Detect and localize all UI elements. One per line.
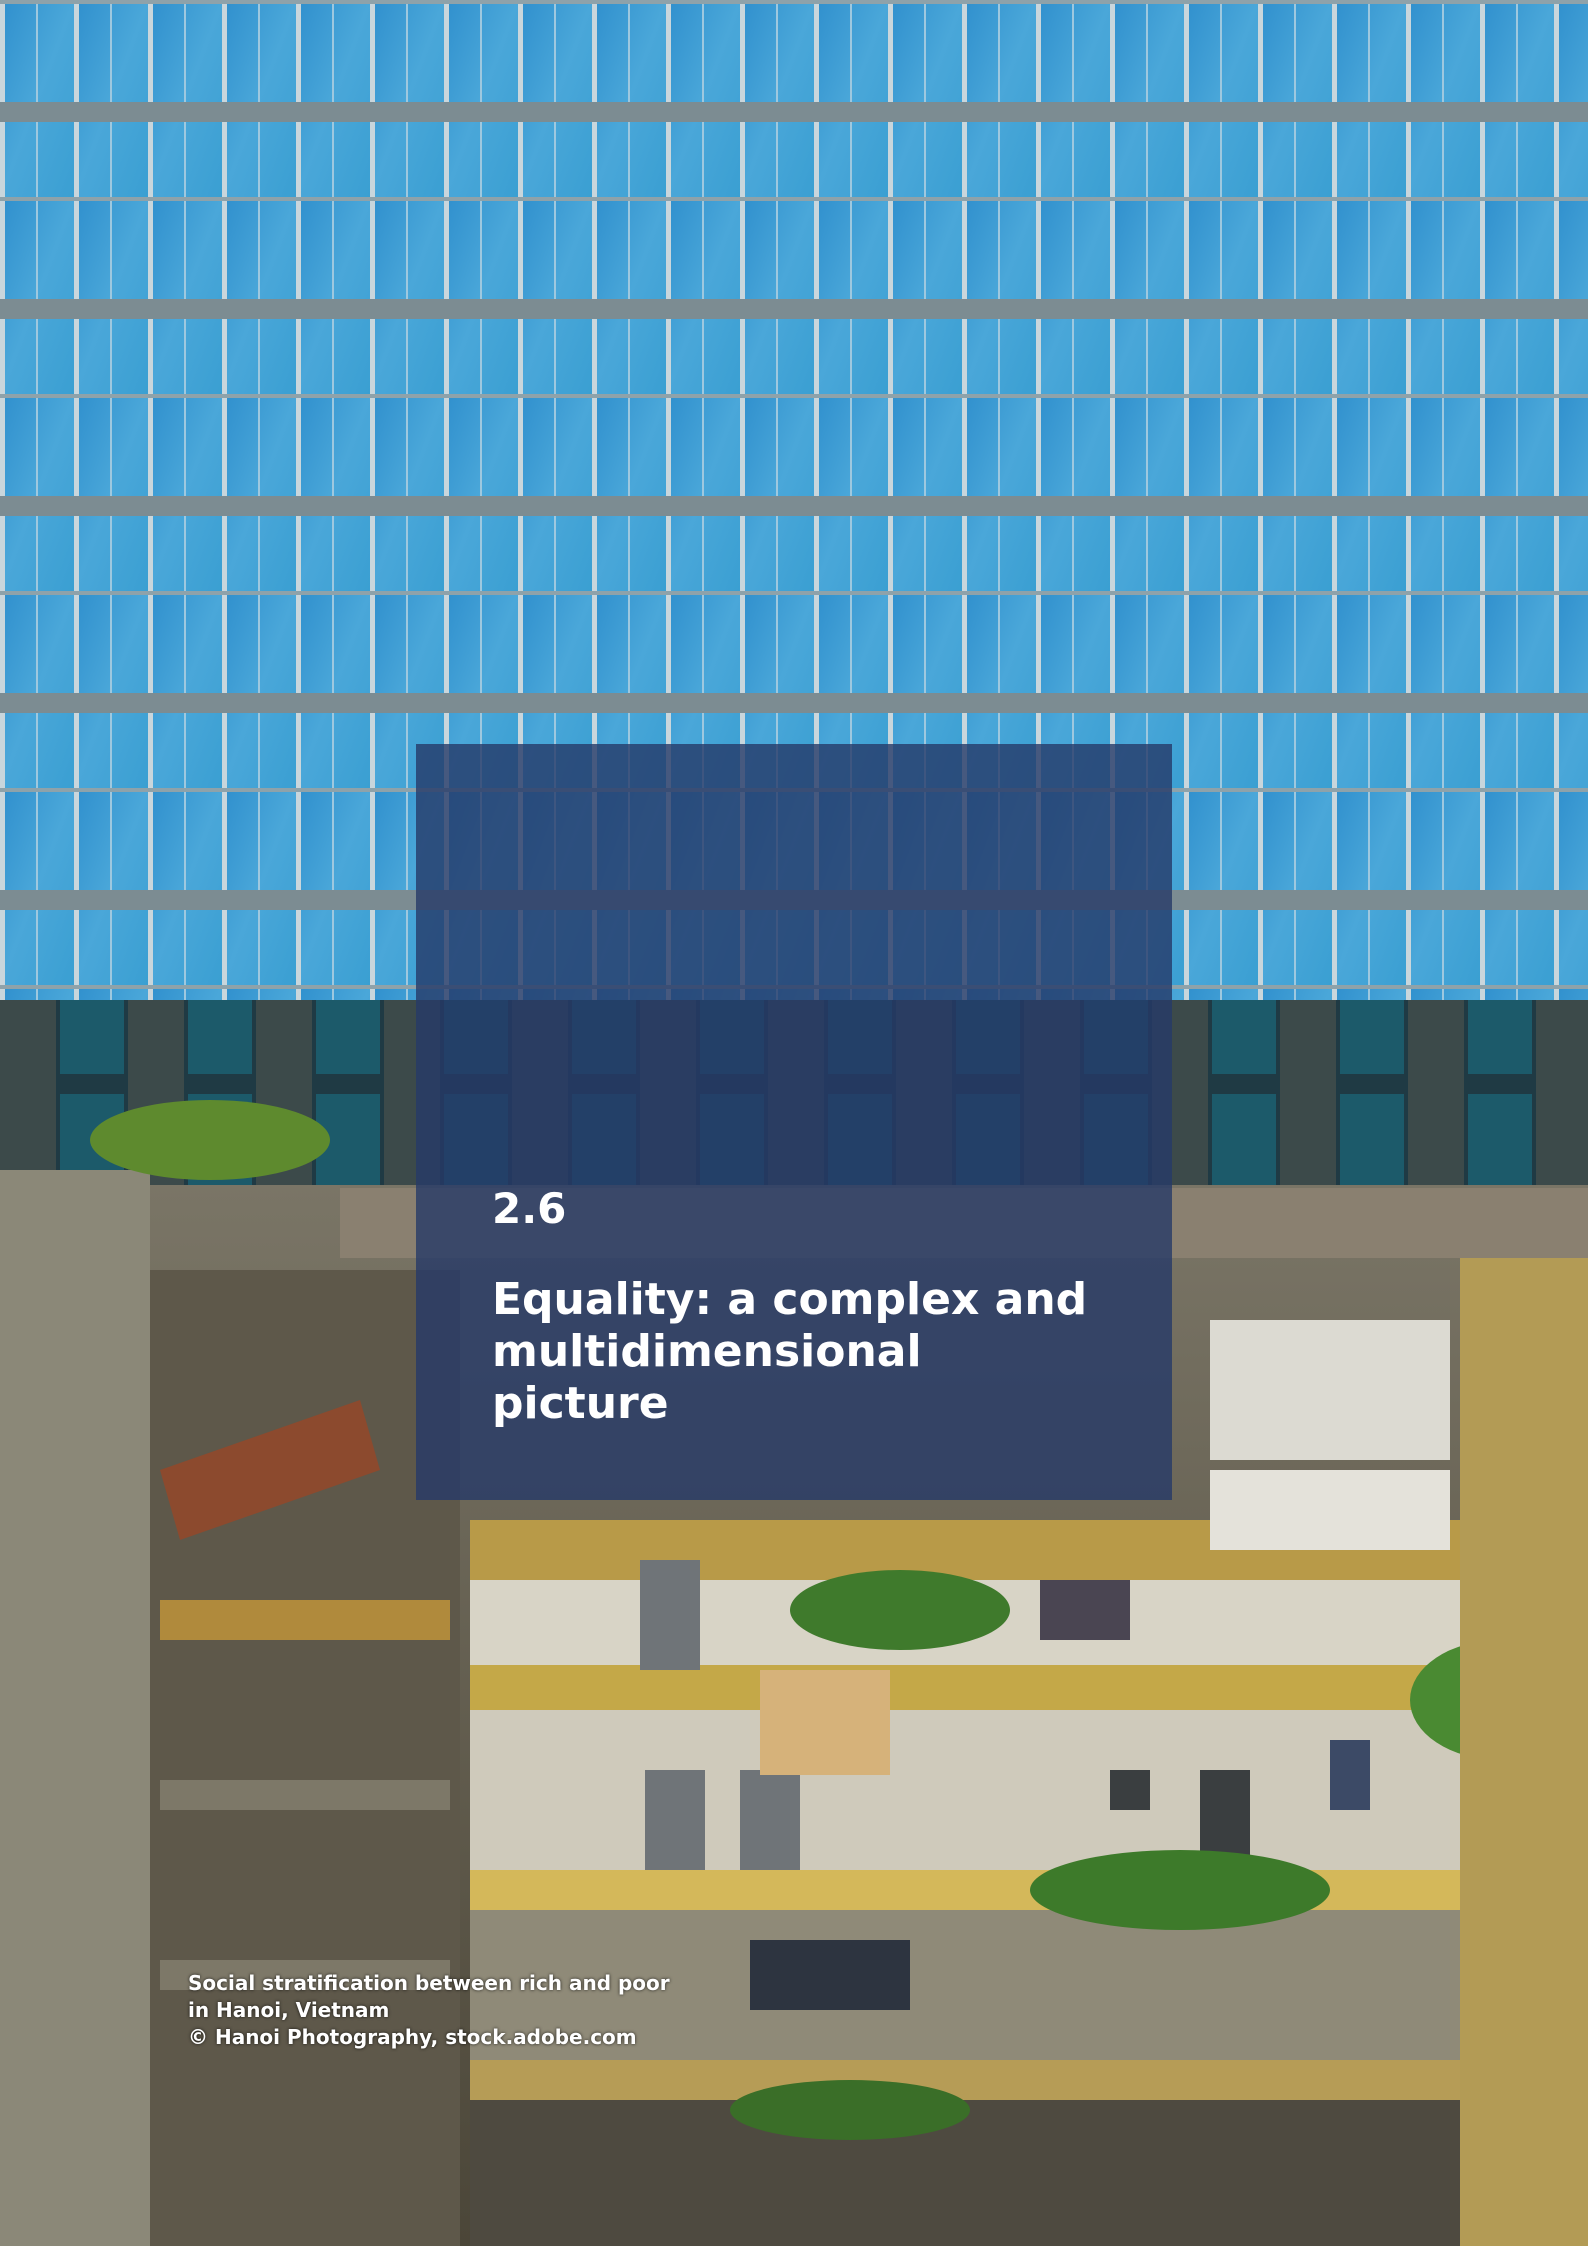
section-number: 2.6	[492, 1184, 567, 1233]
photo-caption: Social stratification between rich and p…	[188, 1970, 748, 2051]
section-title: Equality: a complex and multidimensional…	[492, 1274, 1088, 1429]
caption-line-location: in Hanoi, Vietnam	[188, 1998, 390, 2022]
caption-line-credit: © Hanoi Photography, stock.adobe.com	[188, 2025, 637, 2049]
section-overlay-panel: 2.6 Equality: a complex and multidimensi…	[416, 744, 1172, 1500]
caption-line-description: Social stratification between rich and p…	[188, 1971, 670, 1995]
